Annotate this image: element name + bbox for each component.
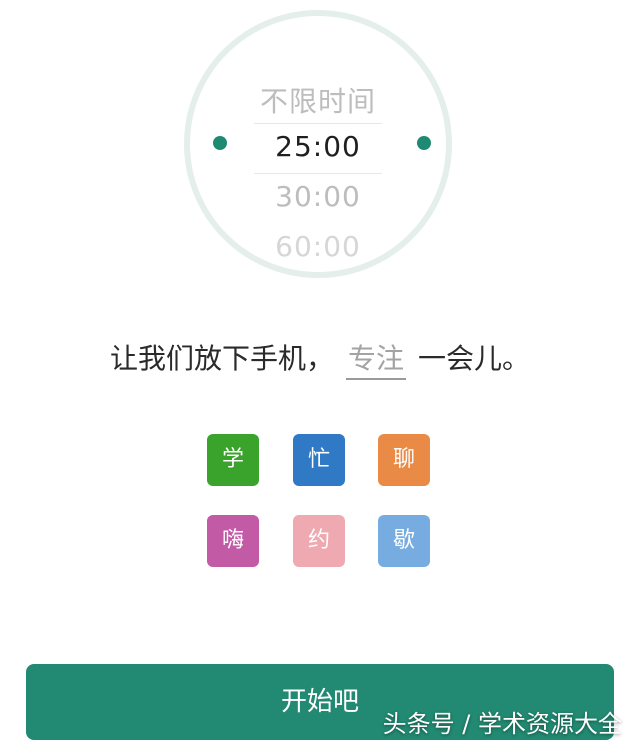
tag-busy-button[interactable]: 忙 xyxy=(293,434,345,486)
tag-rest-button[interactable]: 歇 xyxy=(378,515,430,567)
timer-option-selected[interactable]: 25:00 xyxy=(190,130,446,163)
timer-option-60[interactable]: 60:00 xyxy=(190,230,446,263)
timer-option-30[interactable]: 30:00 xyxy=(190,180,446,213)
picker-divider-bottom xyxy=(254,173,382,174)
focus-timer-screen: 不限时间 25:00 30:00 60:00 让我们放下手机， 专注 一会儿。 学 … xyxy=(0,0,640,753)
sentence-suffix: 一会儿。 xyxy=(418,342,531,375)
tag-fun-button[interactable]: 嗨 xyxy=(207,515,259,567)
tag-study-button[interactable]: 学 xyxy=(207,434,259,486)
focus-activity-field[interactable]: 专注 xyxy=(346,340,406,380)
picker-divider-top xyxy=(254,123,382,124)
dial-indicator-right-dot xyxy=(417,136,431,150)
focus-sentence: 让我们放下手机， 专注 一会儿。 xyxy=(0,338,640,380)
tag-date-button[interactable]: 约 xyxy=(293,515,345,567)
watermark-text: 头条号 / 学术资源大全 xyxy=(382,710,622,738)
dial-indicator-left-dot xyxy=(213,136,227,150)
tag-chat-button[interactable]: 聊 xyxy=(378,434,430,486)
timer-option-unlimited[interactable]: 不限时间 xyxy=(190,80,446,120)
sentence-prefix: 让我们放下手机， xyxy=(109,342,334,375)
